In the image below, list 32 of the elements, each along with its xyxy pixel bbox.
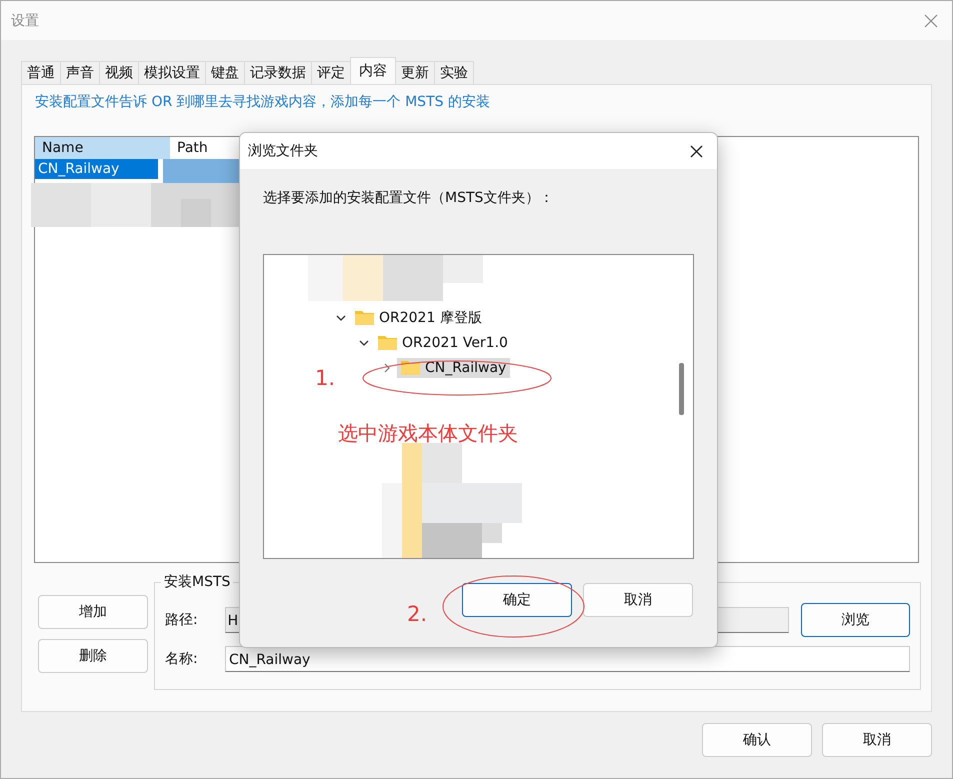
side-button[interactable]: 增加 [38,595,148,629]
side-button[interactable]: 删除 [38,639,148,673]
tab[interactable]: 普通 [21,61,61,84]
folder-icon [401,360,420,375]
tab[interactable]: 实验 [434,61,474,84]
footer-button[interactable]: 取消 [822,723,932,757]
dialog-button[interactable]: 取消 [583,583,693,617]
folder-icon [355,310,374,325]
folder-icon [378,335,397,350]
column-header[interactable]: Name [35,137,170,159]
description-text: 安装配置文件告诉 OR 到哪里去寻找游戏内容，添加每一个 MSTS 的安装 [35,93,491,111]
path-label: 路径: [165,611,199,629]
group-legend: 安装MSTS [161,573,234,591]
annotation-text: 2. [407,602,428,626]
tree-item[interactable]: OR2021 摩登版 [351,306,486,328]
dialog-button[interactable]: 确定 [462,583,572,617]
name-field[interactable]: CN_Railway [225,646,910,672]
annotation-text: 选中游戏本体文件夹 [338,420,518,447]
tab[interactable]: 内容 [350,57,396,84]
footer-button[interactable]: 确认 [702,723,812,757]
annotation-text: 1. [315,366,336,390]
prompt-text: 选择要添加的安装配置文件（MSTS文件夹）： [263,189,554,207]
tree-item[interactable]: OR2021 Ver1.0 [374,332,512,352]
chevron-icon[interactable] [359,338,369,348]
browse-button[interactable]: 浏览 [800,603,910,637]
name-label: 名称: [165,650,199,668]
chevron-icon[interactable] [336,312,346,322]
scrollbar[interactable] [679,363,684,415]
close-icon[interactable] [690,144,703,158]
tree-item[interactable]: CN_Railway [397,358,510,378]
window-title: 设置 [11,12,39,30]
list-row[interactable]: CN_Railway [35,159,158,179]
